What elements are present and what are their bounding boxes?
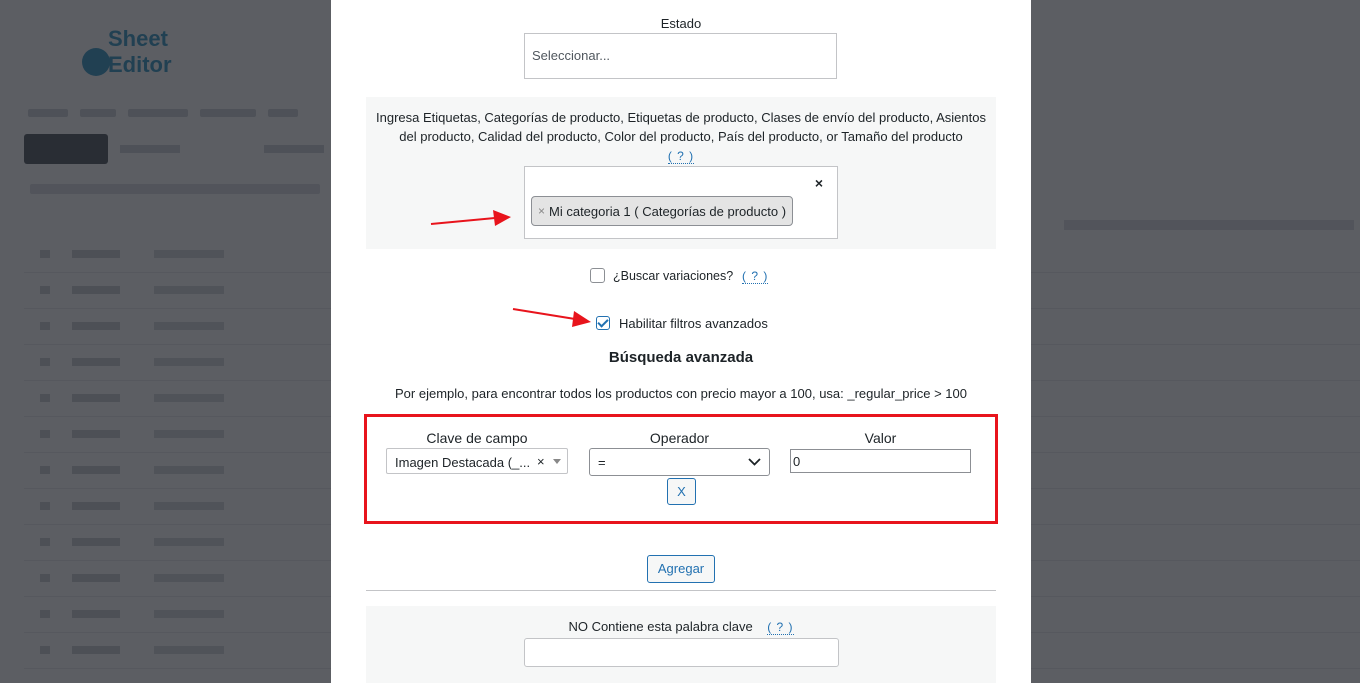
taxonomy-description: Ingresa Etiquetas, Categorías de product… — [376, 108, 986, 166]
not-contains-input[interactable] — [524, 638, 839, 667]
advanced-search-example: Por ejemplo, para encontrar todos los pr… — [395, 386, 967, 401]
remove-row-button[interactable]: X — [667, 478, 696, 505]
operator-value: = — [598, 455, 606, 470]
not-contains-label-row: NO Contiene esta palabra clave ( ? ) — [366, 619, 996, 635]
chevron-down-icon — [748, 458, 761, 466]
estado-select[interactable]: Seleccionar... — [524, 33, 837, 79]
not-contains-help-link[interactable]: ( ? ) — [767, 620, 794, 635]
field-key-clear-icon[interactable]: × — [537, 454, 545, 469]
taxonomy-help-link[interactable]: ( ? ) — [667, 149, 695, 164]
estado-placeholder: Seleccionar... — [532, 48, 611, 63]
advanced-filters-label: Habilitar filtros avanzados — [619, 316, 768, 331]
advanced-search-title: Búsqueda avanzada — [608, 349, 754, 366]
clear-all-tags-button[interactable]: × — [815, 175, 823, 191]
value-input[interactable] — [790, 449, 971, 473]
chevron-down-icon — [553, 459, 561, 464]
selected-tag: × Mi categoria 1 ( Categorías de product… — [531, 196, 794, 226]
remove-tag-icon[interactable]: × — [538, 204, 545, 218]
field-key-value: Imagen Destacada (_... — [395, 455, 531, 470]
taxonomy-description-text: Ingresa Etiquetas, Categorías de product… — [376, 110, 986, 144]
not-contains-label: NO Contiene esta palabra clave — [568, 619, 753, 634]
operator-label: Operador — [649, 430, 710, 446]
search-variations-checkbox[interactable] — [590, 268, 605, 283]
divider — [366, 590, 996, 591]
selected-tag-label: Mi categoria 1 ( Categorías de producto … — [549, 203, 787, 219]
estado-label: Estado — [660, 16, 702, 31]
taxonomy-tag-input[interactable]: × × Mi categoria 1 ( Categorías de produ… — [524, 166, 838, 239]
search-variations-label: ¿Buscar variaciones? — [613, 269, 734, 283]
not-contains-section: NO Contiene esta palabra clave ( ? ) — [366, 606, 996, 683]
operator-select[interactable]: = — [589, 448, 770, 476]
arrow-annotation-advanced — [512, 308, 591, 327]
field-key-label: Clave de campo — [426, 430, 528, 446]
value-label: Valor — [864, 430, 897, 446]
field-key-select[interactable]: Imagen Destacada (_... × — [386, 448, 568, 474]
search-variations-help-link[interactable]: ( ? ) — [742, 269, 769, 284]
add-filter-button[interactable]: Agregar — [647, 555, 715, 583]
search-modal: Estado Seleccionar... Ingresa Etiquetas,… — [331, 0, 1031, 683]
arrow-annotation-tag — [430, 210, 511, 226]
advanced-filters-checkbox[interactable] — [596, 316, 610, 330]
